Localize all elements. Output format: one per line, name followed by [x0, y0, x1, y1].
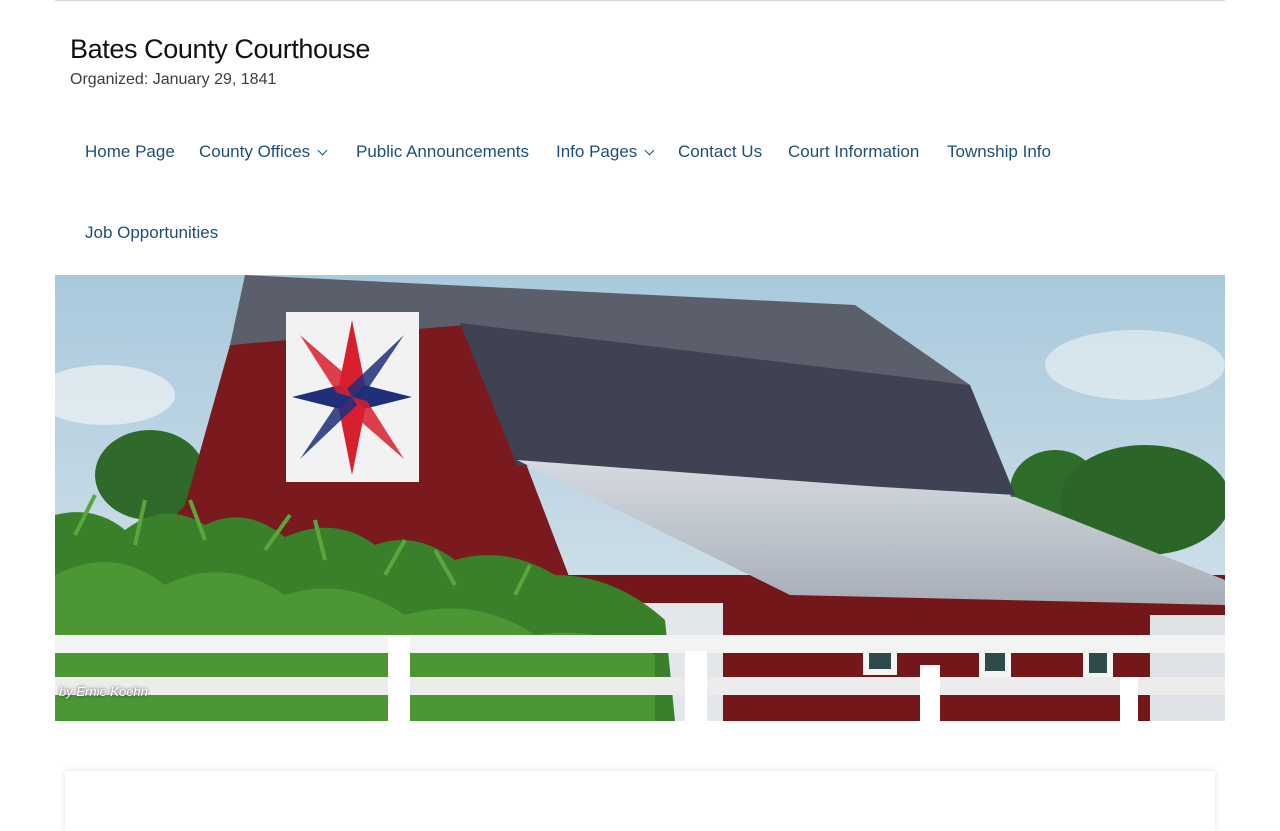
site-title[interactable]: Bates County Courthouse [70, 34, 370, 65]
nav-item-label: Job Opportunities [85, 223, 219, 242]
top-divider [55, 0, 1225, 1]
nav-item-county-offices[interactable]: County Offices [199, 142, 328, 162]
nav-item-info-pages[interactable]: Info Pages [556, 142, 655, 162]
nav-item-label: Contact Us [678, 142, 763, 161]
content-area [65, 771, 1215, 831]
nav-item-township-info[interactable]: Township Info [947, 142, 1051, 162]
chevron-down-icon [644, 145, 655, 155]
nav-item-job-opportunities[interactable]: Job Opportunities [85, 223, 218, 243]
chevron-down-icon [317, 145, 328, 155]
nav-item-label: Township Info [947, 142, 1051, 161]
nav-item-public-announcements[interactable]: Public Announcements [356, 142, 529, 162]
nav-item-label: Court Information [788, 142, 920, 161]
nav-item-home-page[interactable]: Home Page [85, 142, 175, 162]
header-image: by Ernie Koehn [55, 275, 1225, 721]
nav-item-contact-us[interactable]: Contact Us [678, 142, 762, 162]
nav-item-label: Info Pages [556, 142, 638, 161]
main-navigation: Home Page County Offices Public Announce… [55, 110, 1225, 275]
site-tagline: Organized: January 29, 1841 [70, 71, 277, 88]
nav-item-label: Home Page [85, 142, 175, 161]
nav-item-label: County Offices [199, 142, 311, 161]
nav-item-court-information[interactable]: Court Information [788, 142, 919, 162]
photo-credit: by Ernie Koehn [59, 684, 148, 699]
nav-item-label: Public Announcements [356, 142, 529, 161]
barn-photo [55, 275, 1225, 721]
